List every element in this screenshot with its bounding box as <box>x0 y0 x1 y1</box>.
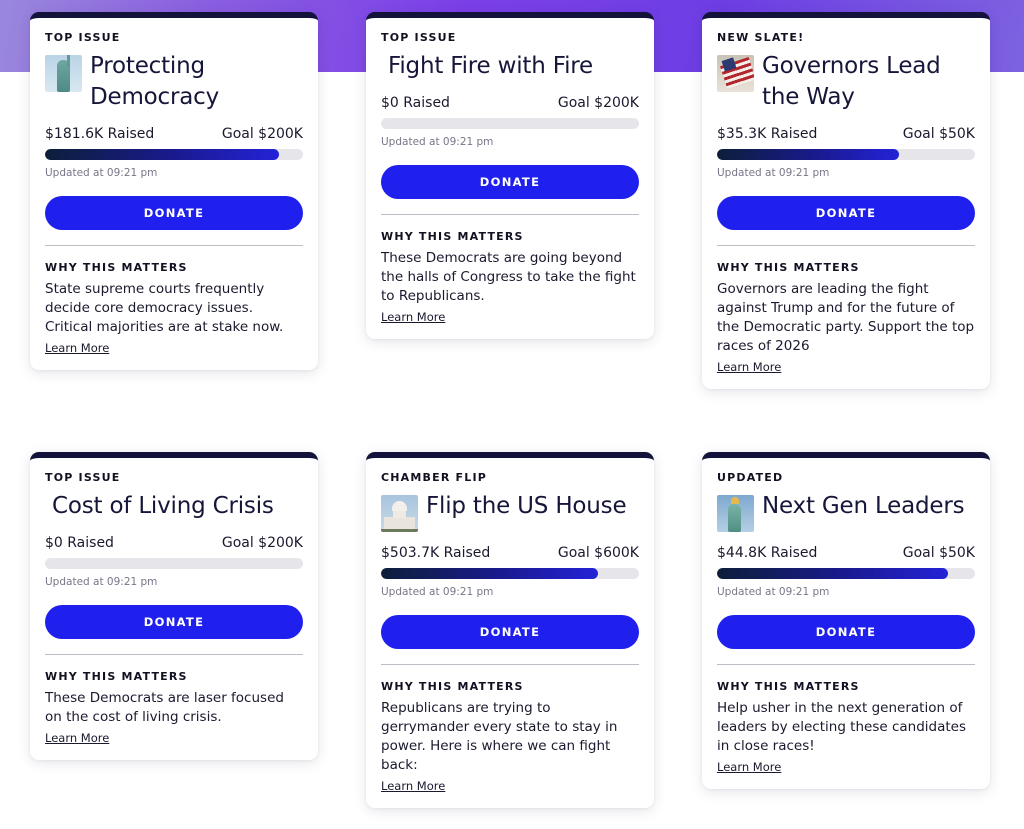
card-title-row: Flip the US House <box>381 491 639 532</box>
donate-button[interactable]: DONATE <box>717 196 975 230</box>
fundraiser-card-flip-the-us-house: CHAMBER FLIP Flip the US House $503.7K R… <box>366 452 654 808</box>
goal-amount: Goal $50K <box>902 545 975 561</box>
funding-row: $503.7K Raised Goal $600K <box>381 544 639 562</box>
progress-fill <box>45 149 280 160</box>
progress-fill <box>717 149 900 160</box>
us-capitol-thumbnail <box>381 495 418 532</box>
card-title-row: Cost of Living Crisis <box>45 491 303 522</box>
learn-more-link[interactable]: Learn More <box>45 731 109 745</box>
updated-timestamp: Updated at 09:21 pm <box>717 586 830 598</box>
why-this-matters-text: Help usher in the next generation of lea… <box>717 700 967 754</box>
statue-of-liberty-thumbnail <box>45 55 82 92</box>
statue-of-liberty-torch-thumbnail <box>717 495 754 532</box>
goal-amount: Goal $600K <box>557 545 639 561</box>
card-eyebrow: TOP ISSUE <box>45 31 121 44</box>
progress-fill <box>717 568 949 579</box>
card-title-row: Protecting Democracy <box>45 51 303 113</box>
fundraiser-card-governors-lead-the-way: NEW SLATE! Governors Lead the Way $35.3K… <box>702 12 990 389</box>
card-title-row: Governors Lead the Way <box>717 51 975 113</box>
card-title: Flip the US House <box>426 493 627 519</box>
card-title-row: Fight Fire with Fire <box>381 51 639 82</box>
card-divider <box>717 664 975 665</box>
card-title: Fight Fire with Fire <box>388 53 593 79</box>
funding-row: $35.3K Raised Goal $50K <box>717 125 975 143</box>
fundraiser-card-next-gen-leaders: UPDATED Next Gen Leaders $44.8K Raised G… <box>702 452 990 789</box>
card-title: Protecting Democracy <box>90 53 219 110</box>
card-eyebrow: TOP ISSUE <box>381 31 457 44</box>
raised-amount: $35.3K Raised <box>717 126 818 142</box>
updated-timestamp: Updated at 09:21 pm <box>717 167 830 179</box>
card-title: Cost of Living Crisis <box>52 493 274 519</box>
why-this-matters-heading: WHY THIS MATTERS <box>381 230 524 243</box>
card-title-row: Next Gen Leaders <box>717 491 975 532</box>
why-this-matters-text: These Democrats are laser focused on the… <box>45 690 284 725</box>
card-divider <box>381 214 639 215</box>
raised-amount: $0 Raised <box>45 535 114 551</box>
card-divider <box>717 245 975 246</box>
american-flag-thumbnail <box>717 55 754 92</box>
funding-row: $0 Raised Goal $200K <box>381 94 639 112</box>
raised-amount: $181.6K Raised <box>45 126 155 142</box>
updated-timestamp: Updated at 09:21 pm <box>45 167 158 179</box>
donate-button[interactable]: DONATE <box>381 615 639 649</box>
why-this-matters-text: Governors are leading the fight against … <box>717 281 975 354</box>
why-this-matters-heading: WHY THIS MATTERS <box>717 261 860 274</box>
donate-button[interactable]: DONATE <box>717 615 975 649</box>
learn-more-link[interactable]: Learn More <box>717 360 781 374</box>
raised-amount: $0 Raised <box>381 95 450 111</box>
funding-row: $44.8K Raised Goal $50K <box>717 544 975 562</box>
progress-bar <box>381 568 639 579</box>
funding-row: $0 Raised Goal $200K <box>45 534 303 552</box>
card-eyebrow: TOP ISSUE <box>45 471 121 484</box>
updated-timestamp: Updated at 09:21 pm <box>381 586 494 598</box>
donate-button[interactable]: DONATE <box>381 165 639 199</box>
card-title: Next Gen Leaders <box>762 493 965 519</box>
why-this-matters-heading: WHY THIS MATTERS <box>45 670 188 683</box>
learn-more-link[interactable]: Learn More <box>381 310 445 324</box>
why-this-matters-heading: WHY THIS MATTERS <box>381 680 524 693</box>
learn-more-link[interactable]: Learn More <box>45 341 109 355</box>
fundraiser-card-cost-of-living-crisis: TOP ISSUE Cost of Living Crisis $0 Raise… <box>30 452 318 760</box>
why-this-matters-heading: WHY THIS MATTERS <box>45 261 188 274</box>
why-this-matters-text: These Democrats are going beyond the hal… <box>381 250 636 304</box>
goal-amount: Goal $50K <box>902 126 975 142</box>
donate-button[interactable]: DONATE <box>45 196 303 230</box>
progress-bar <box>45 558 303 569</box>
learn-more-link[interactable]: Learn More <box>717 760 781 774</box>
progress-bar <box>381 118 639 129</box>
card-eyebrow: NEW SLATE! <box>717 31 805 44</box>
card-title: Governors Lead the Way <box>762 53 941 110</box>
progress-bar <box>717 568 975 579</box>
fundraiser-card-protecting-democracy: TOP ISSUE Protecting Democracy $181.6K R… <box>30 12 318 370</box>
updated-timestamp: Updated at 09:21 pm <box>45 576 158 588</box>
card-eyebrow: CHAMBER FLIP <box>381 471 488 484</box>
card-divider <box>45 654 303 655</box>
raised-amount: $44.8K Raised <box>717 545 818 561</box>
raised-amount: $503.7K Raised <box>381 545 491 561</box>
card-divider <box>45 245 303 246</box>
fundraiser-card-fight-fire-with-fire: TOP ISSUE Fight Fire with Fire $0 Raised… <box>366 12 654 339</box>
donate-button[interactable]: DONATE <box>45 605 303 639</box>
goal-amount: Goal $200K <box>221 535 303 551</box>
goal-amount: Goal $200K <box>221 126 303 142</box>
goal-amount: Goal $200K <box>557 95 639 111</box>
learn-more-link[interactable]: Learn More <box>381 779 445 793</box>
card-eyebrow: UPDATED <box>717 471 784 484</box>
why-this-matters-text: Republicans are trying to gerrymander ev… <box>381 700 618 773</box>
progress-fill <box>381 568 598 579</box>
why-this-matters-text: State supreme courts frequently decide c… <box>45 281 284 335</box>
progress-bar <box>717 149 975 160</box>
card-divider <box>381 664 639 665</box>
funding-row: $181.6K Raised Goal $200K <box>45 125 303 143</box>
updated-timestamp: Updated at 09:21 pm <box>381 136 494 148</box>
progress-bar <box>45 149 303 160</box>
why-this-matters-heading: WHY THIS MATTERS <box>717 680 860 693</box>
